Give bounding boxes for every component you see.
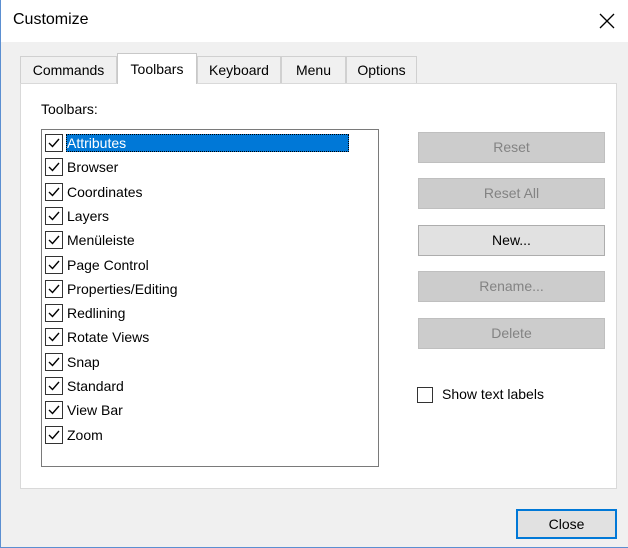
- toolbar-list-item[interactable]: Browser: [45, 156, 375, 178]
- checkbox-checked-icon[interactable]: [45, 206, 63, 225]
- tab-toolbars[interactable]: Toolbars: [117, 53, 197, 84]
- toolbar-list-item[interactable]: Attributes: [45, 132, 375, 154]
- checkbox-checked-icon[interactable]: [45, 304, 63, 323]
- toolbar-item-label: Menüleiste: [67, 232, 135, 249]
- reset-all-button[interactable]: Reset All: [418, 178, 605, 209]
- toolbar-item-label: Redlining: [67, 305, 126, 322]
- toolbar-list-item[interactable]: Zoom: [45, 424, 375, 446]
- toolbar-list-item[interactable]: Properties/Editing: [45, 278, 375, 300]
- show-text-labels-label: Show text labels: [442, 386, 544, 402]
- reset-button[interactable]: Reset: [418, 132, 605, 163]
- toolbars-list-label: Toolbars:: [41, 101, 98, 117]
- toolbar-list-item[interactable]: Snap: [45, 351, 375, 373]
- checkbox-checked-icon[interactable]: [45, 352, 63, 371]
- new-toolbar-button[interactable]: New...: [418, 225, 605, 256]
- toolbar-item-label: Properties/Editing: [67, 280, 178, 297]
- delete-button[interactable]: Delete: [418, 318, 605, 349]
- toolbars-listbox[interactable]: Attributes Browser Coordinates Layers Menüle…: [41, 129, 379, 467]
- checkbox-checked-icon[interactable]: [45, 158, 63, 177]
- checkbox-checked-icon[interactable]: [45, 182, 63, 201]
- toolbar-item-label: View Bar: [67, 402, 123, 419]
- toolbar-item-label: Rotate Views: [67, 329, 150, 346]
- close-button[interactable]: Close: [516, 509, 617, 539]
- tab-menu[interactable]: Menu: [281, 56, 346, 83]
- close-icon[interactable]: [594, 8, 620, 34]
- tab-keyboard[interactable]: Keyboard: [197, 56, 281, 83]
- toolbars-tab-panel: Toolbars: Attributes Browser Coordinates La…: [20, 83, 617, 489]
- toolbar-list-item[interactable]: Page Control: [45, 254, 375, 276]
- rename-button[interactable]: Rename...: [418, 271, 605, 302]
- checkbox-checked-icon[interactable]: [45, 328, 63, 347]
- checkbox-checked-icon[interactable]: [45, 231, 63, 250]
- toolbar-item-label: Layers: [67, 207, 110, 224]
- toolbar-list-item[interactable]: Redlining: [45, 302, 375, 324]
- toolbar-item-label: Browser: [67, 159, 119, 176]
- window-title: Customize: [13, 11, 89, 28]
- title-bar: Customize: [1, 0, 628, 42]
- checkbox-checked-icon[interactable]: [45, 279, 63, 298]
- toolbar-item-label: Page Control: [67, 256, 149, 273]
- checkbox-checked-icon[interactable]: [45, 255, 63, 274]
- toolbar-list-item[interactable]: Rotate Views: [45, 326, 375, 348]
- toolbar-item-label: Coordinates: [67, 183, 143, 200]
- tab-commands[interactable]: Commands: [20, 56, 117, 83]
- checkbox-checked-icon[interactable]: [45, 401, 63, 420]
- toolbar-list-item[interactable]: Standard: [45, 375, 375, 397]
- checkbox-checked-icon[interactable]: [45, 425, 63, 444]
- toolbar-list-item[interactable]: Menüleiste: [45, 229, 375, 251]
- tab-options[interactable]: Options: [346, 56, 417, 83]
- toolbar-item-label: Standard: [67, 378, 124, 394]
- checkbox-checked-icon[interactable]: [45, 377, 63, 395]
- toolbar-list-item[interactable]: Layers: [45, 205, 375, 227]
- customize-dialog: Customize Commands Toolbars Keyboard Men…: [0, 0, 628, 548]
- toolbar-item-label: Zoom: [67, 426, 103, 443]
- checkbox-checked-icon[interactable]: [45, 134, 63, 152]
- toolbar-list-item[interactable]: Coordinates: [45, 181, 375, 203]
- toolbar-list-item[interactable]: View Bar: [45, 399, 375, 421]
- toolbar-item-label: Snap: [67, 353, 100, 370]
- toolbar-item-label: Attributes: [66, 134, 349, 152]
- checkbox-icon: [417, 387, 433, 403]
